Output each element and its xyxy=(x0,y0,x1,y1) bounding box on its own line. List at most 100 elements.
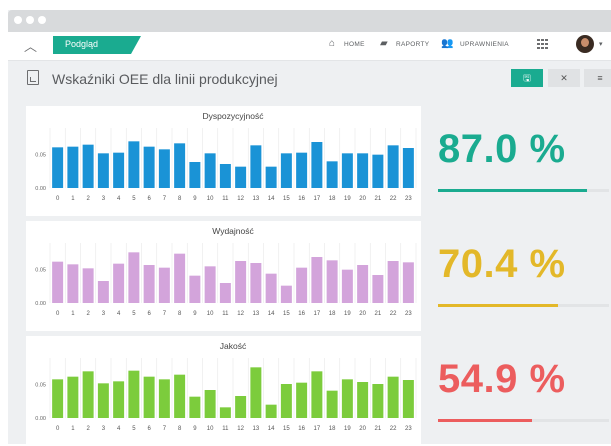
window-dot[interactable] xyxy=(26,16,34,24)
x-tick-label: 10 xyxy=(207,311,214,317)
window-titlebar xyxy=(8,10,611,32)
bar xyxy=(113,263,125,303)
save-button[interactable]: 🖫 xyxy=(511,69,543,87)
x-tick-label: 9 xyxy=(193,311,197,317)
bar xyxy=(357,382,369,418)
user-avatar[interactable] xyxy=(576,35,594,53)
x-tick-label: 0 xyxy=(56,196,60,202)
bar xyxy=(250,145,262,188)
x-tick-label: 7 xyxy=(163,311,167,317)
x-tick-label: 12 xyxy=(237,196,244,202)
bar xyxy=(219,407,231,418)
nav-link-raporty[interactable]: RAPORTY xyxy=(396,41,429,48)
bar xyxy=(341,269,353,303)
window-dot[interactable] xyxy=(14,16,22,24)
x-tick-label: 10 xyxy=(207,196,214,202)
bar xyxy=(387,145,399,188)
window-dot[interactable] xyxy=(38,16,46,24)
x-tick-label: 1 xyxy=(71,311,75,317)
y-tick-label: 0.00 xyxy=(35,186,46,192)
tab-label: Podgląd xyxy=(65,39,99,49)
x-tick-label: 7 xyxy=(163,426,167,432)
bar xyxy=(387,376,399,418)
kpi-progress-track xyxy=(438,419,609,422)
x-tick-label: 4 xyxy=(117,426,121,432)
users-icon[interactable]: 👥 xyxy=(441,38,453,49)
kpi-jakosc: 54.9 % xyxy=(438,357,609,422)
bar xyxy=(311,371,323,418)
bar xyxy=(387,261,399,303)
x-tick-label: 13 xyxy=(253,196,260,202)
x-tick-label: 3 xyxy=(102,196,106,202)
bar xyxy=(158,379,170,418)
x-tick-label: 6 xyxy=(147,426,151,432)
x-tick-label: 11 xyxy=(222,311,229,317)
bar xyxy=(341,153,353,188)
x-tick-label: 21 xyxy=(375,426,382,432)
nav-link-uprawnienia[interactable]: UPRAWNIENIA xyxy=(460,41,509,48)
x-tick-label: 19 xyxy=(344,426,351,432)
bar xyxy=(174,374,186,418)
x-tick-label: 5 xyxy=(132,426,136,432)
x-tick-label: 9 xyxy=(193,196,197,202)
kpi-value: 87.0 % xyxy=(438,127,566,171)
x-tick-label: 5 xyxy=(132,311,136,317)
x-tick-label: 11 xyxy=(222,196,229,202)
chart-title: Dyspozycyjność xyxy=(203,111,265,121)
bar xyxy=(52,261,64,303)
x-tick-label: 23 xyxy=(405,426,412,432)
bar xyxy=(357,153,369,188)
nav-link-home[interactable]: HOME xyxy=(344,41,365,48)
x-tick-label: 15 xyxy=(283,311,290,317)
kpi-progress-track xyxy=(438,189,609,192)
chart-svg: Wydajność0.000.050 1 2 3 4 5 6 7 8 9 10 11 12 13 14 15 1… xyxy=(35,226,417,317)
bar xyxy=(235,261,247,303)
page-header: Wskaźniki OEE dla linii produkcyjnej 🖫 ✕… xyxy=(8,61,611,95)
bar xyxy=(128,370,140,418)
top-navbar: ︿ Podgląd ⌂ HOME ▰ RAPORTY 👥 UPRAWNIENIA… xyxy=(8,32,611,61)
bar xyxy=(128,252,140,303)
bar xyxy=(143,146,155,188)
close-button[interactable]: ✕ xyxy=(548,69,580,87)
bar xyxy=(52,379,64,418)
kpi-progress-fill xyxy=(438,419,532,422)
x-tick-label: 18 xyxy=(329,426,336,432)
x-tick-label: 8 xyxy=(178,196,182,202)
bar xyxy=(402,380,414,418)
x-tick-label: 12 xyxy=(237,311,244,317)
bar xyxy=(204,266,216,303)
bar xyxy=(219,283,231,303)
bar xyxy=(402,262,414,303)
chevron-down-icon[interactable]: ▾ xyxy=(599,40,603,48)
tab-podglad[interactable]: Podgląd xyxy=(53,36,141,54)
book-icon[interactable]: ▰ xyxy=(380,38,388,49)
home-icon[interactable]: ⌂ xyxy=(329,38,335,49)
bar xyxy=(67,376,79,418)
collapse-chevron-icon[interactable]: ︿ xyxy=(24,36,37,55)
bar xyxy=(174,143,186,188)
bar xyxy=(326,260,338,303)
y-tick-label: 0.05 xyxy=(35,153,46,159)
menu-button[interactable]: ≡ xyxy=(584,69,611,87)
bar xyxy=(372,154,384,188)
x-tick-label: 1 xyxy=(71,196,75,202)
x-tick-label: 16 xyxy=(298,196,305,202)
y-tick-label: 0.05 xyxy=(35,383,46,389)
kpi-value: 54.9 % xyxy=(438,357,566,401)
kpi-dyspozycyjnosc: 87.0 % xyxy=(438,127,609,192)
x-tick-label: 23 xyxy=(405,311,412,317)
bar xyxy=(235,166,247,188)
bar xyxy=(235,396,247,418)
chart-title: Wydajność xyxy=(212,226,254,236)
x-tick-label: 20 xyxy=(359,311,366,317)
bar xyxy=(97,153,109,188)
x-tick-label: 22 xyxy=(390,426,397,432)
bar xyxy=(158,149,170,188)
x-tick-label: 16 xyxy=(298,311,305,317)
kpi-progress-fill xyxy=(438,304,559,307)
save-icon: 🖫 xyxy=(523,73,531,83)
apps-grid-icon[interactable] xyxy=(537,39,549,49)
x-tick-label: 0 xyxy=(56,426,60,432)
bar xyxy=(296,267,308,303)
x-tick-label: 3 xyxy=(102,311,106,317)
